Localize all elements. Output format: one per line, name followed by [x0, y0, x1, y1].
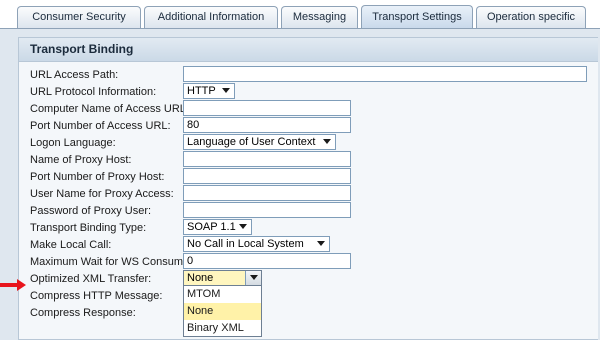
computer-name-label: Computer Name of Access URL: — [30, 103, 189, 115]
proxy-port-input[interactable] — [183, 168, 351, 184]
binding-type-label: Transport Binding Type: — [30, 222, 147, 234]
max-wait-input[interactable]: 0 — [183, 253, 351, 269]
port-number-input[interactable]: 80 — [183, 117, 351, 133]
url-protocol-select[interactable]: HTTP — [183, 83, 235, 99]
chevron-down-icon — [250, 275, 258, 280]
chevron-down-icon — [323, 139, 331, 144]
chevron-down-icon — [222, 88, 230, 93]
proxy-host-input[interactable] — [183, 151, 351, 167]
chevron-down-icon — [317, 241, 325, 246]
proxy-user-input[interactable] — [183, 185, 351, 201]
local-call-value: No Call in Local System — [187, 238, 304, 250]
proxy-host-label: Name of Proxy Host: — [30, 154, 132, 166]
local-call-label: Make Local Call: — [30, 239, 112, 251]
logon-language-label: Logon Language: — [30, 137, 116, 149]
compress-http-label: Compress HTTP Message: — [30, 290, 163, 302]
chevron-down-icon — [239, 224, 247, 229]
url-access-path-label: URL Access Path: — [30, 69, 119, 81]
option-none[interactable]: None — [184, 303, 261, 320]
group-title: Transport Binding — [19, 38, 598, 62]
optimized-xml-select[interactable]: None — [183, 270, 262, 286]
option-mtom[interactable]: MTOM — [184, 286, 261, 303]
url-protocol-label: URL Protocol Information: — [30, 86, 157, 98]
local-call-select[interactable]: No Call in Local System — [183, 236, 330, 252]
dropdown-button[interactable] — [245, 271, 261, 285]
binding-type-value: SOAP 1.1 — [187, 221, 236, 233]
max-wait-label: Maximum Wait for WS Consumer: — [30, 256, 196, 268]
tab-operation-specific[interactable]: Operation specific — [476, 6, 586, 28]
binding-type-select[interactable]: SOAP 1.1 — [183, 219, 252, 235]
tab-messaging[interactable]: Messaging — [281, 6, 358, 28]
url-access-path-input[interactable] — [183, 66, 587, 82]
optimized-xml-dropdown-list: MTOM None Binary XML — [183, 285, 262, 337]
compress-response-label: Compress Response: — [30, 307, 136, 319]
proxy-password-input[interactable] — [183, 202, 351, 218]
red-arrow-pointer-icon — [0, 279, 26, 291]
proxy-password-label: Password of Proxy User: — [30, 205, 152, 217]
tab-additional-information[interactable]: Additional Information — [144, 6, 278, 28]
computer-name-input[interactable] — [183, 100, 351, 116]
option-binary-xml[interactable]: Binary XML — [184, 320, 261, 337]
url-protocol-value: HTTP — [187, 85, 216, 97]
proxy-port-label: Port Number of Proxy Host: — [30, 171, 165, 183]
proxy-user-label: User Name for Proxy Access: — [30, 188, 174, 200]
port-number-label: Port Number of Access URL: — [30, 120, 171, 132]
tab-strip: Consumer Security Additional Information… — [0, 0, 600, 30]
optimized-xml-value: None — [187, 272, 214, 284]
logon-language-value: Language of User Context — [187, 136, 316, 148]
tab-consumer-security[interactable]: Consumer Security — [17, 6, 141, 28]
optimized-xml-label: Optimized XML Transfer: — [30, 273, 152, 285]
logon-language-select[interactable]: Language of User Context — [183, 134, 336, 150]
tab-transport-settings[interactable]: Transport Settings — [361, 5, 473, 29]
